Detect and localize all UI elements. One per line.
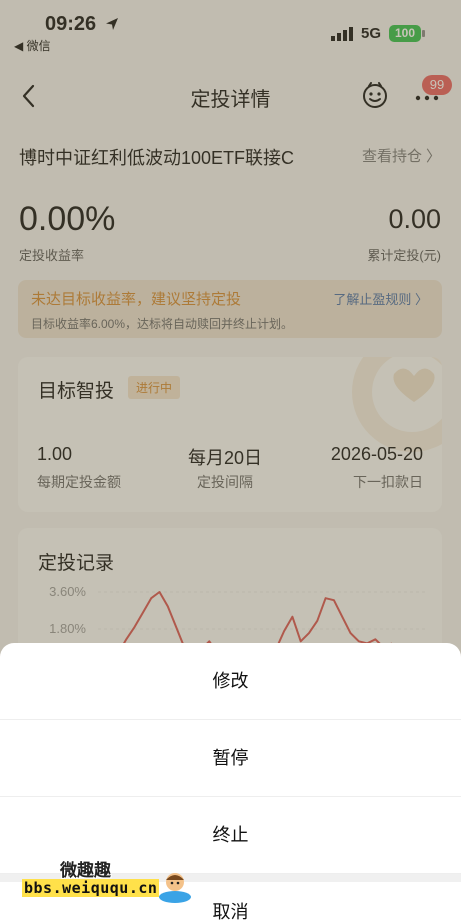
page: 09:26 ◀ 微信 5G 100 定投详情 99 博时中证红利低波动100ET… [0, 0, 461, 920]
watermark-title: 微趣趣 [60, 861, 111, 880]
watermark: 微趣趣 bbs.weiququ.cn [0, 850, 200, 920]
mascot-icon [159, 873, 191, 903]
modify-option[interactable]: 修改 [0, 643, 461, 720]
watermark-site: bbs.weiququ.cn [22, 879, 160, 897]
pause-option[interactable]: 暂停 [0, 720, 461, 797]
